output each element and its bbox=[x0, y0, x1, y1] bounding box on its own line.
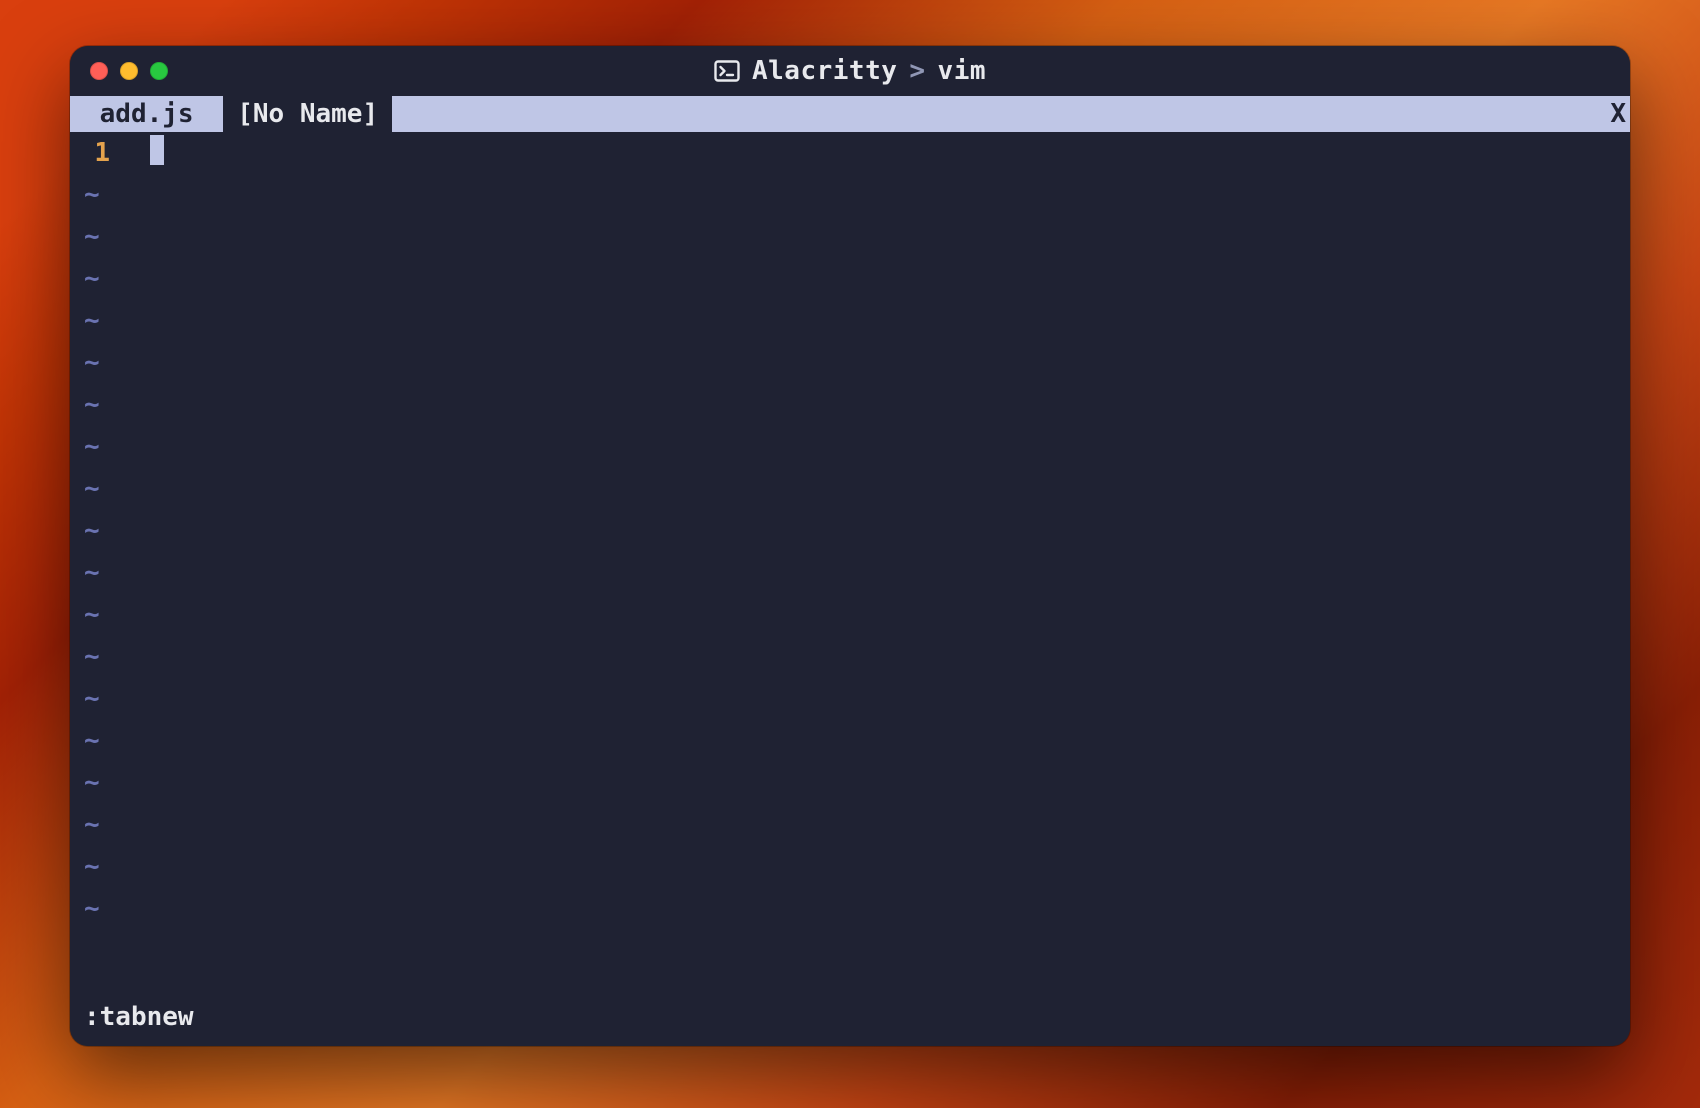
vim-buffer[interactable]: 1 ~~~~~~~~~~~~~~~~~~ bbox=[70, 132, 1630, 996]
tilde-marker: ~ bbox=[70, 552, 100, 594]
vim-empty-line: ~ bbox=[70, 552, 1630, 594]
vim-line-current[interactable]: 1 bbox=[70, 132, 1630, 174]
close-window-button[interactable] bbox=[90, 62, 108, 80]
cursor bbox=[150, 135, 164, 165]
vim-empty-line: ~ bbox=[70, 468, 1630, 510]
tilde-marker: ~ bbox=[70, 384, 100, 426]
tilde-marker: ~ bbox=[70, 804, 100, 846]
title-process-name: vim bbox=[938, 56, 986, 86]
tilde-marker: ~ bbox=[70, 300, 100, 342]
tilde-marker: ~ bbox=[70, 426, 100, 468]
vim-empty-line: ~ bbox=[70, 594, 1630, 636]
vim-empty-line: ~ bbox=[70, 174, 1630, 216]
vim-empty-line: ~ bbox=[70, 762, 1630, 804]
line-content[interactable] bbox=[126, 132, 164, 174]
tilde-marker: ~ bbox=[70, 510, 100, 552]
vim-tab-active[interactable]: [No Name] bbox=[223, 96, 392, 132]
line-number: 1 bbox=[70, 132, 126, 174]
window-titlebar[interactable]: Alacritty > vim bbox=[70, 46, 1630, 96]
tilde-marker: ~ bbox=[70, 636, 100, 678]
terminal-icon bbox=[714, 60, 740, 82]
vim-empty-line: ~ bbox=[70, 678, 1630, 720]
window-controls bbox=[90, 62, 168, 80]
vim-empty-line: ~ bbox=[70, 636, 1630, 678]
vim-empty-line: ~ bbox=[70, 216, 1630, 258]
vim-empty-line: ~ bbox=[70, 804, 1630, 846]
title-separator: > bbox=[909, 56, 925, 86]
vim-tab-close-indicator[interactable]: X bbox=[1608, 96, 1630, 132]
terminal-window[interactable]: Alacritty > vim add.js [No Name] X 1 ~~~… bbox=[70, 46, 1630, 1046]
tilde-marker: ~ bbox=[70, 888, 100, 930]
vim-command-line[interactable]: :tabnew bbox=[70, 996, 1630, 1038]
window-title: Alacritty > vim bbox=[714, 56, 986, 86]
vim-empty-line: ~ bbox=[70, 342, 1630, 384]
vim-empty-line: ~ bbox=[70, 300, 1630, 342]
minimize-window-button[interactable] bbox=[120, 62, 138, 80]
vim-tabline-fill bbox=[392, 96, 1608, 132]
maximize-window-button[interactable] bbox=[150, 62, 168, 80]
tilde-marker: ~ bbox=[70, 342, 100, 384]
tilde-marker: ~ bbox=[70, 258, 100, 300]
vim-tabline: add.js [No Name] X bbox=[70, 96, 1630, 132]
vim-empty-line: ~ bbox=[70, 846, 1630, 888]
vim-empty-line: ~ bbox=[70, 510, 1630, 552]
tilde-marker: ~ bbox=[70, 678, 100, 720]
tilde-marker: ~ bbox=[70, 468, 100, 510]
tilde-marker: ~ bbox=[70, 720, 100, 762]
tilde-marker: ~ bbox=[70, 594, 100, 636]
vim-empty-line: ~ bbox=[70, 720, 1630, 762]
desktop-background: Alacritty > vim add.js [No Name] X 1 ~~~… bbox=[0, 0, 1700, 1108]
title-app-name: Alacritty bbox=[752, 56, 897, 86]
tilde-marker: ~ bbox=[70, 762, 100, 804]
vim-empty-line: ~ bbox=[70, 426, 1630, 468]
terminal-viewport[interactable]: add.js [No Name] X 1 ~~~~~~~~~~~~~~~~~~ … bbox=[70, 96, 1630, 1046]
vim-empty-line: ~ bbox=[70, 888, 1630, 930]
vim-empty-line: ~ bbox=[70, 384, 1630, 426]
tilde-marker: ~ bbox=[70, 174, 100, 216]
tilde-marker: ~ bbox=[70, 216, 100, 258]
tilde-marker: ~ bbox=[70, 846, 100, 888]
vim-tab-inactive[interactable]: add.js bbox=[70, 96, 223, 132]
vim-empty-line: ~ bbox=[70, 258, 1630, 300]
